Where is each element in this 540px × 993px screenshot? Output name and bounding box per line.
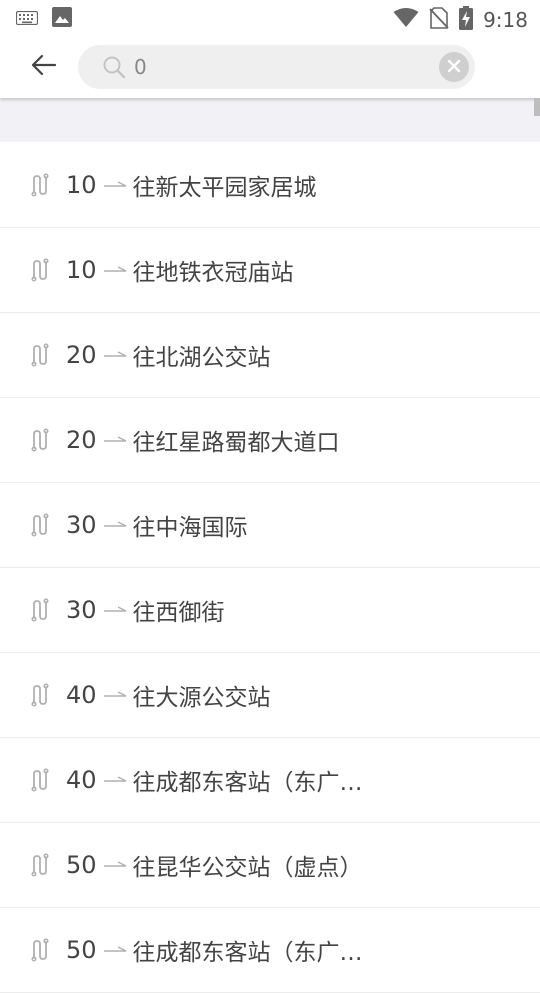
route-number: 10 (66, 256, 97, 284)
battery-charging-icon (459, 6, 474, 34)
direction-arrow-icon (103, 520, 127, 530)
route-row[interactable]: 30 往中海国际 (0, 483, 540, 568)
status-bar: 9:18 (0, 0, 540, 36)
route-icon (30, 598, 54, 622)
route-destination: 往成都东客站（东广… (132, 940, 363, 966)
direction-arrow-icon (103, 435, 127, 445)
status-time: 9:18 (483, 8, 528, 32)
route-number: 30 (66, 511, 97, 539)
scrollbar[interactable] (534, 98, 540, 116)
search-input[interactable] (134, 45, 434, 89)
close-icon (447, 58, 461, 77)
route-row[interactable]: 30 往西御街 (0, 568, 540, 653)
route-icon (30, 853, 54, 877)
route-list: 10 往新太平园家居城 10 往地铁衣冠庙站 20 往北湖公交站 20 往红星路… (0, 143, 540, 993)
route-row[interactable]: 40 往成都东客站（东广… (0, 738, 540, 823)
route-number: 40 (66, 681, 97, 709)
route-icon (30, 683, 54, 707)
route-destination: 往北湖公交站 (132, 345, 271, 371)
route-number: 40 (66, 766, 97, 794)
route-icon (30, 513, 54, 537)
route-destination: 往成都东客站（东广… (132, 770, 363, 796)
direction-arrow-icon (103, 775, 127, 785)
route-icon (30, 938, 54, 962)
route-number: 10 (66, 171, 97, 199)
route-number: 30 (66, 596, 97, 624)
route-icon (30, 343, 54, 367)
direction-arrow-icon (103, 690, 127, 700)
wifi-icon (393, 8, 419, 32)
route-row[interactable]: 10 往地铁衣冠庙站 (0, 228, 540, 313)
route-icon (30, 173, 54, 197)
route-destination: 往大源公交站 (132, 685, 271, 711)
route-icon (30, 428, 54, 452)
route-destination: 往地铁衣冠庙站 (132, 260, 294, 286)
section-spacer (0, 98, 540, 142)
route-destination: 往中海国际 (132, 515, 248, 541)
no-sim-icon (429, 7, 449, 33)
route-icon (30, 258, 54, 282)
direction-arrow-icon (103, 265, 127, 275)
search-box[interactable] (78, 45, 475, 89)
route-destination: 往昆华公交站（虚点） (132, 855, 363, 881)
direction-arrow-icon (103, 180, 127, 190)
route-row[interactable]: 40 往大源公交站 (0, 653, 540, 738)
clear-search-button[interactable] (439, 52, 469, 82)
route-row[interactable]: 50 往昆华公交站（虚点） (0, 823, 540, 908)
route-destination: 往红星路蜀都大道口 (132, 430, 340, 456)
route-row[interactable]: 20 往北湖公交站 (0, 313, 540, 398)
route-row[interactable]: 50 往成都东客站（东广… (0, 908, 540, 993)
back-button[interactable] (24, 49, 64, 85)
direction-arrow-icon (103, 350, 127, 360)
image-icon (52, 7, 72, 31)
route-number: 20 (66, 341, 97, 369)
direction-arrow-icon (103, 945, 127, 955)
search-icon (102, 55, 126, 83)
direction-arrow-icon (103, 605, 127, 615)
route-number: 50 (66, 851, 97, 879)
search-header (0, 36, 540, 98)
route-destination: 往西御街 (132, 600, 225, 626)
route-row[interactable]: 10 往新太平园家居城 (0, 143, 540, 228)
route-icon (30, 768, 54, 792)
route-number: 20 (66, 426, 97, 454)
keyboard-icon (15, 10, 39, 29)
route-row[interactable]: 20 往红星路蜀都大道口 (0, 398, 540, 483)
arrow-left-icon (31, 54, 57, 80)
route-destination: 往新太平园家居城 (132, 175, 317, 201)
direction-arrow-icon (103, 860, 127, 870)
